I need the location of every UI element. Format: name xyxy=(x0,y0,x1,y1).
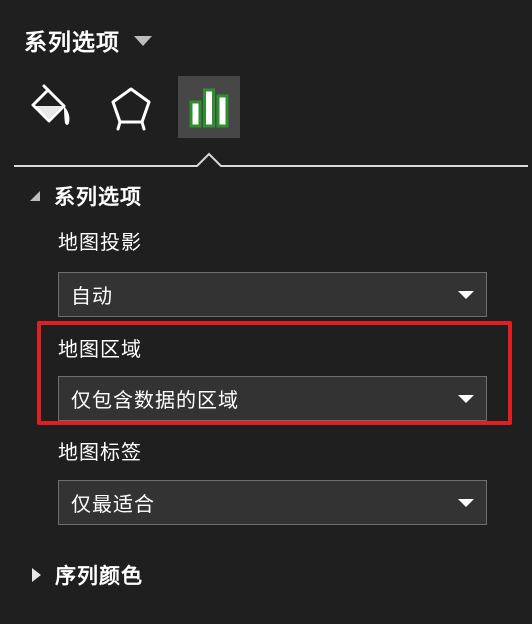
bar-chart-icon xyxy=(189,88,229,128)
dropdown-arrow-icon xyxy=(458,498,474,507)
tab-series-options[interactable] xyxy=(178,76,240,138)
pane-header[interactable]: 系列选项 xyxy=(24,22,152,58)
section-label: 系列选项 xyxy=(54,185,142,209)
section-series-color-header[interactable]: 序列颜色 xyxy=(30,560,143,590)
dropdown-value: 仅包含数据的区域 xyxy=(71,388,239,412)
map-area-label: 地图区域 xyxy=(58,337,142,361)
section-label: 序列颜色 xyxy=(55,564,143,588)
paint-bucket-icon xyxy=(31,84,70,125)
collapsed-triangle-icon xyxy=(32,568,41,582)
dropdown-value: 仅最适合 xyxy=(71,492,155,516)
pentagon-icon xyxy=(111,87,151,131)
dropdown-arrow-icon xyxy=(458,394,474,403)
section-series-options-header[interactable]: 系列选项 xyxy=(30,181,142,211)
map-labels-dropdown[interactable]: 仅最适合 xyxy=(58,480,487,525)
expanded-triangle-icon xyxy=(30,191,40,201)
tab-fill-line[interactable] xyxy=(18,76,80,138)
dropdown-value: 自动 xyxy=(71,284,113,308)
tab-effects[interactable] xyxy=(100,76,162,138)
map-projection-label: 地图投影 xyxy=(58,230,142,254)
dropdown-arrow-icon xyxy=(458,290,474,299)
map-labels-label: 地图标签 xyxy=(58,440,142,464)
map-area-dropdown[interactable]: 仅包含数据的区域 xyxy=(58,376,487,421)
map-projection-dropdown[interactable]: 自动 xyxy=(58,272,487,317)
chevron-down-icon[interactable] xyxy=(134,36,152,46)
tab-divider xyxy=(14,152,528,168)
pane-title: 系列选项 xyxy=(24,30,120,56)
